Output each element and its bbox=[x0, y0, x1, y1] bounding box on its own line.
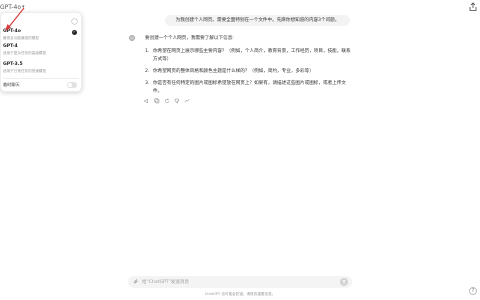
annotation-arrow-icon bbox=[5, 7, 25, 31]
list-item: 1. 你希望在网页上展示哪些主要内容？（例如，个人简介，教育背景，工作经历，项目… bbox=[145, 48, 355, 64]
model-option-desc: 适用于日常任务的快速模型 bbox=[3, 69, 47, 73]
list-number: 2. bbox=[145, 69, 150, 74]
copy-icon[interactable] bbox=[154, 98, 160, 104]
toggle-knob bbox=[68, 83, 72, 87]
send-button[interactable] bbox=[340, 278, 348, 286]
temporary-chat-label: 临时聊天 bbox=[3, 82, 20, 87]
list-number: 1. bbox=[145, 49, 150, 54]
share-icon[interactable] bbox=[468, 2, 478, 12]
speaker-icon[interactable] bbox=[144, 98, 150, 104]
model-option-desc: 适用于复杂任务的高级模型 bbox=[3, 51, 47, 55]
model-option-name: GPT-3.5 bbox=[3, 62, 23, 67]
dropdown-divider bbox=[3, 78, 79, 79]
message-actions bbox=[144, 98, 190, 106]
assistant-reply-intro: 要创建一个个人网页，我需要了解以下信息: bbox=[145, 36, 234, 41]
disclaimer-text: ChatGPT 也可能会犯错。请核查重要信息。 bbox=[204, 292, 276, 296]
model-option-gpt-35[interactable]: GPT-3.5 适用于日常任务的快速模型 bbox=[1, 62, 83, 79]
paperclip-icon[interactable] bbox=[133, 279, 139, 285]
message-composer bbox=[128, 276, 352, 288]
model-option-gpt-4[interactable]: GPT-4 适用于复杂任务的高级模型 bbox=[1, 44, 83, 61]
temporary-chat-row[interactable]: 临时聊天 bbox=[1, 81, 83, 90]
message-input[interactable] bbox=[142, 277, 327, 287]
list-item-text: 你希望在网页上展示哪些主要内容？（例如，个人简介，教育背景，工作经历，项目，技能… bbox=[153, 49, 351, 62]
user-message-bubble: 为我创建个人网页。需要全面特别在一个文件中。先麻你想知道的内容3个问题。 bbox=[165, 15, 350, 26]
thumbs-down-icon[interactable] bbox=[174, 98, 180, 104]
close-icon[interactable] bbox=[71, 18, 78, 25]
model-option-name: GPT-4 bbox=[3, 44, 18, 49]
more-icon[interactable] bbox=[184, 98, 190, 104]
arrow-up-icon bbox=[342, 279, 346, 284]
temporary-chat-toggle[interactable] bbox=[67, 82, 77, 88]
list-number: 3. bbox=[145, 81, 150, 86]
chatgpt-page: GPT-4o ▾ GPT-4o 最快且功能最强的模型 ✓ GPT-4 适用于复杂… bbox=[0, 0, 480, 300]
list-item: 2. 你希望网页的整体风格和颜色主题是什么样的？（例如，简约，专业，多彩等） bbox=[145, 68, 355, 76]
list-item-text: 你希望网页的整体风格和颜色主题是什么样的？（例如，简约，专业，多彩等） bbox=[153, 69, 314, 74]
assistant-reply-list: 1. 你希望在网页上展示哪些主要内容？（例如，个人简介，教育背景，工作经历，项目… bbox=[145, 48, 355, 100]
check-icon: ✓ bbox=[72, 30, 77, 35]
help-button[interactable]: ? bbox=[469, 287, 477, 295]
list-item-text: 你是否有任何特定的图片或图标希望放在网页上？如果有，请描述这些图片或图标，或者上… bbox=[153, 81, 346, 94]
list-item: 3. 你是否有任何特定的图片或图标希望放在网页上？如果有，请描述这些图片或图标，… bbox=[145, 80, 355, 96]
regenerate-icon[interactable] bbox=[164, 98, 170, 104]
assistant-avatar-icon bbox=[129, 35, 135, 41]
